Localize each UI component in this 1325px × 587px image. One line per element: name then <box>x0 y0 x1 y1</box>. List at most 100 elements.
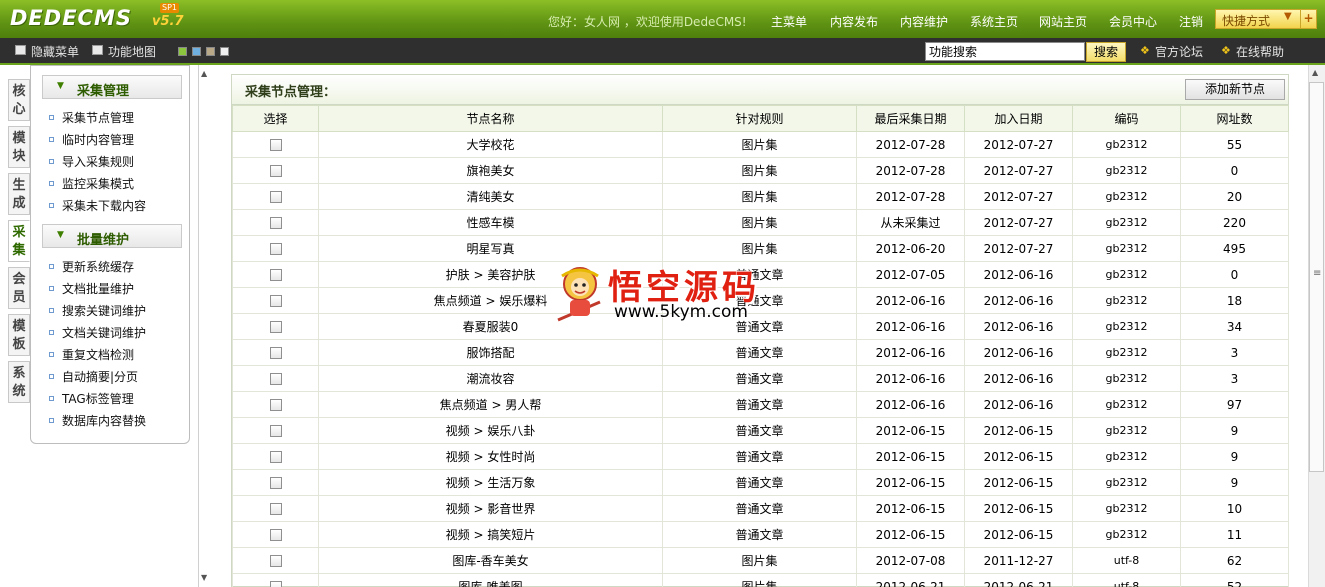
add-shortcut-button[interactable]: + <box>1300 10 1316 28</box>
skin-brown-swatch[interactable] <box>206 47 215 56</box>
table-row: 图库-唯美图 图片集 2012-06-21 2012-06-21 utf-8 52 <box>232 573 1289 587</box>
node-name-cell[interactable]: 护肤 > 美容护肤 <box>318 261 663 288</box>
skin-green-swatch[interactable] <box>178 47 187 56</box>
quick-access-dropdown[interactable]: 快捷方式 ▼ + <box>1215 9 1317 29</box>
row-checkbox[interactable] <box>269 477 282 489</box>
search-button[interactable]: 搜索 <box>1086 42 1126 62</box>
row-checkbox[interactable] <box>269 347 282 359</box>
menu-item-undownloaded[interactable]: 采集未下载内容 <box>49 197 146 214</box>
sitemap-button[interactable]: 功能地图 <box>108 43 156 60</box>
node-name-cell[interactable]: 焦点频道 > 娱乐爆料 <box>318 287 663 314</box>
scroll-down-icon[interactable]: ▼ <box>201 573 207 582</box>
tab-core[interactable]: 核心 <box>8 79 30 121</box>
scroll-up-icon[interactable]: ▲ <box>201 69 207 78</box>
nav-publish-content[interactable]: 内容发布 <box>830 13 878 30</box>
tab-generate[interactable]: 生成 <box>8 173 30 215</box>
node-name-cell[interactable]: 性感车模 <box>318 209 663 236</box>
bullet-icon <box>49 181 54 186</box>
menu-item-auto-summary[interactable]: 自动摘要|分页 <box>49 368 138 385</box>
table-header-row: 选择 节点名称 针对规则 最后采集日期 加入日期 编码 网址数 <box>232 105 1289 132</box>
left-frame-scrollbar[interactable]: ▲ ▼ <box>198 65 210 587</box>
menu-item-collect-nodes[interactable]: 采集节点管理 <box>49 109 134 126</box>
node-name-cell[interactable]: 春夏服装0 <box>318 313 663 340</box>
nav-site-home[interactable]: 网站主页 <box>1039 13 1087 30</box>
node-name-cell[interactable]: 焦点频道 > 男人帮 <box>318 391 663 418</box>
nav-main-menu[interactable]: 主菜单 <box>771 13 807 30</box>
nav-system-home[interactable]: 系统主页 <box>970 13 1018 30</box>
node-name-cell[interactable]: 视频 > 娱乐八卦 <box>318 417 663 444</box>
last-collect-cell: 2012-06-21 <box>856 573 965 587</box>
online-help-link[interactable]: 在线帮助 <box>1236 43 1284 60</box>
row-checkbox[interactable] <box>269 139 282 151</box>
group-collect-management[interactable]: ▼ 采集管理 <box>42 75 182 99</box>
url-count-cell: 52 <box>1180 573 1289 587</box>
scroll-up-icon[interactable]: ▲ <box>1312 68 1318 77</box>
added-date-cell: 2012-06-15 <box>964 443 1073 470</box>
row-checkbox[interactable] <box>269 295 282 307</box>
bullet-icon <box>49 115 54 120</box>
row-checkbox[interactable] <box>269 529 282 541</box>
menu-item-batch-docs[interactable]: 文档批量维护 <box>49 280 134 297</box>
row-checkbox[interactable] <box>269 425 282 437</box>
select-cell <box>232 157 319 184</box>
node-name-cell[interactable]: 大学校花 <box>318 131 663 158</box>
node-name-cell[interactable]: 视频 > 生活万象 <box>318 469 663 496</box>
add-node-button[interactable]: 添加新节点 <box>1185 79 1285 100</box>
nav-logout[interactable]: 注销 <box>1179 13 1203 30</box>
rule-cell: 普通文章 <box>662 339 857 366</box>
tab-templates[interactable]: 模板 <box>8 314 30 356</box>
row-checkbox[interactable] <box>269 581 282 587</box>
last-collect-cell: 2012-06-15 <box>856 443 965 470</box>
row-checkbox[interactable] <box>269 191 282 203</box>
hide-menu-button[interactable]: 隐藏菜单 <box>31 43 79 60</box>
nav-maintain-content[interactable]: 内容维护 <box>900 13 948 30</box>
row-checkbox[interactable] <box>269 451 282 463</box>
node-name-cell[interactable]: 视频 > 搞笑短片 <box>318 521 663 548</box>
row-checkbox[interactable] <box>269 321 282 333</box>
official-forum-link[interactable]: 官方论坛 <box>1155 43 1203 60</box>
row-checkbox[interactable] <box>269 503 282 515</box>
row-checkbox[interactable] <box>269 217 282 229</box>
row-checkbox[interactable] <box>269 373 282 385</box>
tab-members[interactable]: 会员 <box>8 267 30 309</box>
node-name-cell[interactable]: 图库-香车美女 <box>318 547 663 574</box>
node-name-cell[interactable]: 服饰搭配 <box>318 339 663 366</box>
group-batch-maintenance[interactable]: ▼ 批量维护 <box>42 224 182 248</box>
node-name-cell[interactable]: 视频 > 女性时尚 <box>318 443 663 470</box>
row-checkbox[interactable] <box>269 555 282 567</box>
menu-item-update-cache[interactable]: 更新系统缓存 <box>49 258 134 275</box>
added-date-cell: 2012-06-15 <box>964 495 1073 522</box>
row-checkbox[interactable] <box>269 269 282 281</box>
last-collect-cell: 2012-06-16 <box>856 365 965 392</box>
menu-item-tag-management[interactable]: TAG标签管理 <box>49 390 134 407</box>
nav-member-center[interactable]: 会员中心 <box>1109 13 1157 30</box>
menu-item-import-rules[interactable]: 导入采集规则 <box>49 153 134 170</box>
select-cell <box>232 417 319 444</box>
last-collect-cell: 2012-06-16 <box>856 313 965 340</box>
tab-system[interactable]: 系统 <box>8 361 30 403</box>
menu-item-db-replace[interactable]: 数据库内容替换 <box>49 412 146 429</box>
quick-access-label: 快捷方式 <box>1222 14 1271 28</box>
node-name-cell[interactable]: 视频 > 影音世界 <box>318 495 663 522</box>
skin-white-swatch[interactable] <box>220 47 229 56</box>
col-header-url-count: 网址数 <box>1180 105 1289 132</box>
node-name-cell[interactable]: 旗袍美女 <box>318 157 663 184</box>
menu-item-search-keywords[interactable]: 搜索关键词维护 <box>49 302 146 319</box>
menu-item-temp-content[interactable]: 临时内容管理 <box>49 131 134 148</box>
row-checkbox[interactable] <box>269 399 282 411</box>
url-count-cell: 9 <box>1180 443 1289 470</box>
tab-modules[interactable]: 模块 <box>8 126 30 168</box>
menu-item-doc-keywords[interactable]: 文档关键词维护 <box>49 324 146 341</box>
function-search-input[interactable] <box>925 42 1085 61</box>
menu-item-monitor-mode[interactable]: 监控采集模式 <box>49 175 134 192</box>
node-name-cell[interactable]: 明星写真 <box>318 235 663 262</box>
encoding-cell: gb2312 <box>1072 417 1181 444</box>
menu-item-duplicate-check[interactable]: 重复文档检测 <box>49 346 134 363</box>
node-name-cell[interactable]: 清纯美女 <box>318 183 663 210</box>
node-name-cell[interactable]: 图库-唯美图 <box>318 573 663 587</box>
node-name-cell[interactable]: 潮流妆容 <box>318 365 663 392</box>
tab-collect[interactable]: 采集 <box>8 220 30 262</box>
row-checkbox[interactable] <box>269 165 282 177</box>
row-checkbox[interactable] <box>269 243 282 255</box>
skin-blue-swatch[interactable] <box>192 47 201 56</box>
